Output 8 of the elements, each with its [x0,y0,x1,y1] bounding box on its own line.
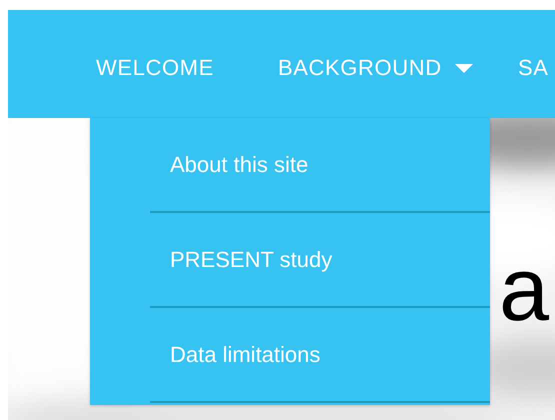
menu-item[interactable]: About this site [170,150,308,178]
hero-heading: a [498,242,549,338]
dropdown-toggle[interactable]: BACKGROUND [278,54,474,82]
menu-item[interactable]: PRESENT study [170,246,332,274]
nav-link[interactable]: SA [518,54,549,82]
menu-item[interactable]: Data limitations [170,340,320,368]
caret-icon [454,62,474,74]
nav-link[interactable]: WELCOME [96,54,214,82]
